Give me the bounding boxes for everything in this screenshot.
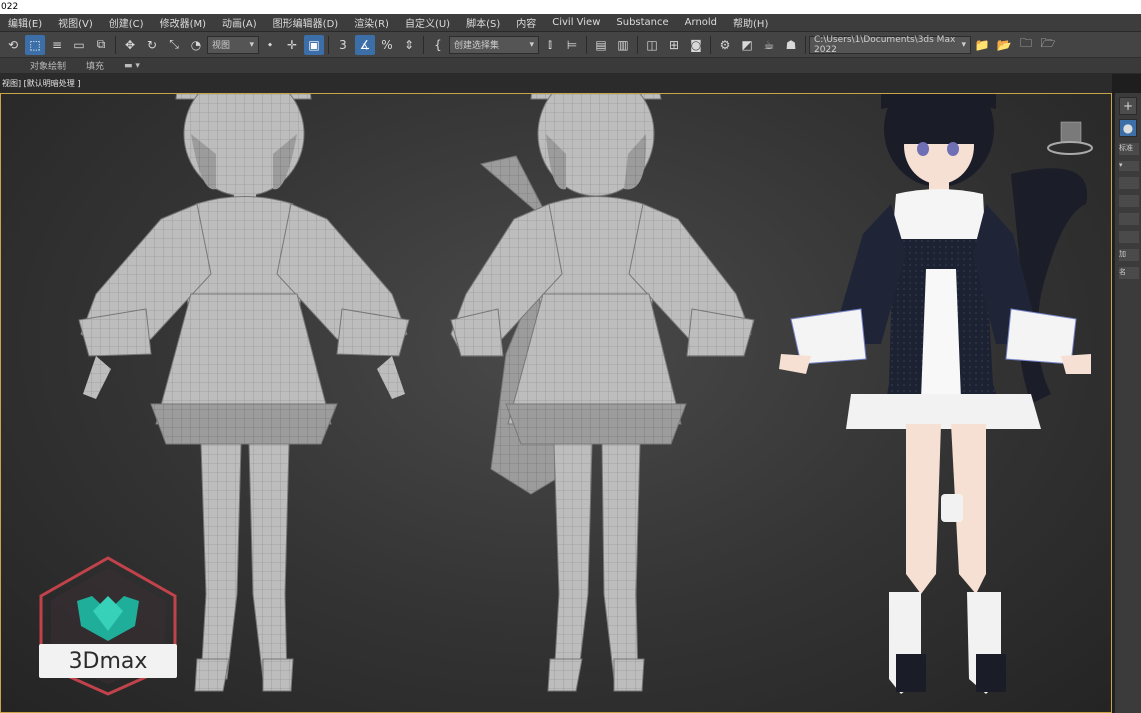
- layer-explorer-button[interactable]: ▤: [591, 35, 611, 55]
- reference-coord-dropdown[interactable]: 视图 ▾: [207, 35, 259, 54]
- placement-button[interactable]: ◔: [186, 35, 206, 55]
- rollout-button-3[interactable]: [1119, 213, 1139, 225]
- menu-item-10[interactable]: Civil View: [544, 17, 608, 28]
- toggle-ribbon-button[interactable]: ▥: [613, 35, 633, 55]
- textured-model-render[interactable]: [779, 94, 1091, 694]
- 3dmax-logo-label: 3Dmax: [39, 644, 177, 678]
- edit-named-selection-button[interactable]: {: [428, 35, 448, 55]
- menu-item-4[interactable]: 动画(A): [214, 15, 265, 30]
- select-by-name-button[interactable]: ≡: [47, 35, 67, 55]
- rollout-button-1[interactable]: [1119, 177, 1139, 189]
- menu-item-3[interactable]: 修改器(M): [152, 15, 214, 30]
- project-path-dropdown[interactable]: C:\Users\1\Documents\3ds Max 2022 ▾: [809, 34, 971, 55]
- menu-item-6[interactable]: 渲染(R): [346, 15, 397, 30]
- viewport-header: 视图] [默认明暗处理 ]: [0, 74, 1112, 93]
- rendered-frame-button[interactable]: ◩: [737, 35, 757, 55]
- rotate-button[interactable]: ↻: [142, 35, 162, 55]
- rollout-button-2[interactable]: [1119, 195, 1139, 207]
- open-folder-button[interactable]: 📂: [994, 35, 1014, 55]
- spinner-snap-button[interactable]: ⇕: [399, 35, 419, 55]
- project-folder-button[interactable]: 📁: [972, 35, 992, 55]
- menu-bar: 编辑(E) 视图(V) 创建(C) 修改器(M) 动画(A) 图形编辑器(D) 渲染(R) 自…: [0, 14, 1141, 32]
- menu-item-9[interactable]: 内容: [508, 15, 544, 30]
- viewcube-icon: [1047, 121, 1093, 155]
- object-type-rollout[interactable]: ▾: [1119, 161, 1139, 171]
- add-button[interactable]: 加: [1119, 249, 1139, 261]
- select-manipulate-button[interactable]: ✛: [282, 35, 302, 55]
- snap-toggle-button[interactable]: 3: [333, 35, 353, 55]
- main-toolbar: ⟲ ⬚ ≡ ▭ ⧉ ✥ ↻ ⤡ ◔ 视图 ▾ ⬩ ✛ ▣ 3 ∡ % ⇕ { 创建…: [0, 32, 1141, 58]
- render-production-button[interactable]: ☕: [759, 35, 779, 55]
- fill-tab[interactable]: 填充: [76, 59, 114, 72]
- align-button[interactable]: ⊨: [562, 35, 582, 55]
- chevron-down-icon: ▾: [249, 39, 254, 50]
- move-button[interactable]: ✥: [120, 35, 140, 55]
- menu-item-13[interactable]: 帮助(H): [725, 15, 776, 30]
- geometry-button[interactable]: ●: [1119, 119, 1137, 137]
- project-path-value: C:\Users\1\Documents\3ds Max 2022: [814, 34, 956, 55]
- asset-tracking-button[interactable]: 🗁: [1038, 35, 1058, 55]
- chevron-down-icon: ▾: [961, 39, 966, 50]
- 3dmax-logo: 3Dmax: [37, 556, 179, 696]
- select-object-button[interactable]: ⬚: [25, 34, 45, 55]
- menu-item-11[interactable]: Substance: [608, 17, 676, 28]
- scale-button[interactable]: ⤡: [164, 35, 184, 55]
- menu-item-12[interactable]: Arnold: [677, 17, 725, 28]
- save-folder-button[interactable]: 🗀: [1016, 35, 1036, 55]
- menu-item-2[interactable]: 创建(C): [101, 15, 152, 30]
- menu-item-1[interactable]: 视图(V): [50, 15, 101, 30]
- reference-coord-value: 视图: [212, 41, 231, 51]
- menu-item-5[interactable]: 图形编辑器(D): [265, 15, 347, 30]
- rollout-button-4[interactable]: [1119, 231, 1139, 243]
- render-iterative-button[interactable]: ☗: [781, 35, 801, 55]
- window-title: 022: [0, 0, 1141, 14]
- window-crossing-button[interactable]: ⧉: [91, 35, 111, 55]
- material-editor-button[interactable]: ◙: [686, 35, 706, 55]
- chevron-down-icon: ▾: [529, 39, 534, 50]
- keyboard-shortcut-override-button[interactable]: ▣: [304, 34, 324, 55]
- create-panel-button[interactable]: +: [1119, 97, 1137, 115]
- ribbon-subbar: 对象绘制 填充 ▬ ▾: [0, 58, 1141, 74]
- viewcube[interactable]: [1047, 118, 1093, 164]
- percent-snap-button[interactable]: %: [377, 35, 397, 55]
- name-color-rollout[interactable]: 名: [1119, 267, 1139, 279]
- viewport-perspective[interactable]: 3Dmax: [0, 93, 1112, 713]
- command-panel: + ● 标准 ▾ 加 名: [1114, 93, 1141, 713]
- schematic-view-button[interactable]: ⊞: [664, 35, 684, 55]
- ribbon-toggle-icon[interactable]: ▬ ▾: [114, 61, 150, 71]
- viewport-label[interactable]: 视图] [默认明暗处理 ]: [2, 78, 80, 89]
- object-paint-tab[interactable]: 对象绘制: [0, 59, 76, 72]
- mirror-button[interactable]: ⫾: [540, 35, 560, 55]
- curve-editor-button[interactable]: ◫: [642, 35, 662, 55]
- menu-item-0[interactable]: 编辑(E): [0, 15, 50, 30]
- named-selection-dropdown[interactable]: 创建选择集 ▾: [449, 35, 539, 54]
- named-selection-value: 创建选择集: [454, 41, 500, 51]
- menu-item-8[interactable]: 脚本(S): [458, 15, 508, 30]
- angle-snap-button[interactable]: ∡: [355, 34, 375, 55]
- menu-item-7[interactable]: 自定义(U): [397, 15, 458, 30]
- undo-icon[interactable]: ⟲: [3, 35, 23, 55]
- knee-bandage: [941, 494, 963, 522]
- wireframe-model-angled[interactable]: [450, 94, 755, 692]
- rect-selection-button[interactable]: ▭: [69, 35, 89, 55]
- standard-primitives-dropdown[interactable]: 标准: [1119, 143, 1139, 155]
- pivot-button[interactable]: ⬩: [260, 35, 280, 55]
- render-setup-button[interactable]: ⚙: [715, 35, 735, 55]
